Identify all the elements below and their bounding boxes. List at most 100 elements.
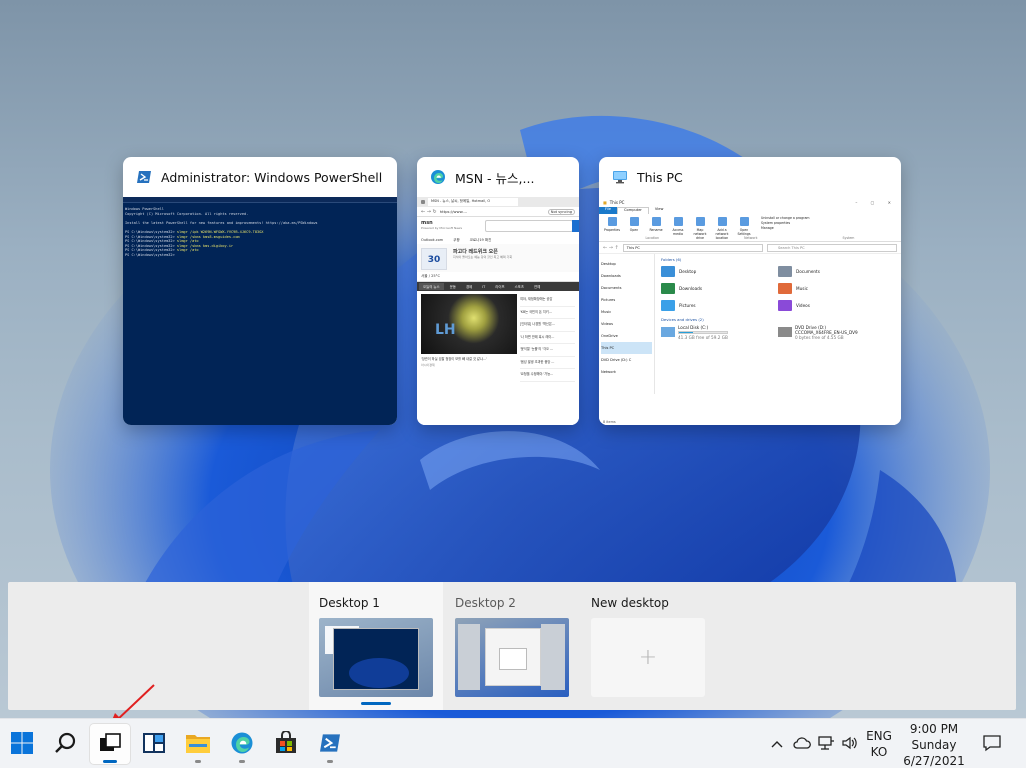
drive-text: DVD Drive (D:) CCCOMA_X64FRE_EN-US_DV9 0 b… (795, 325, 858, 340)
folder-icon (661, 300, 675, 311)
window-title-text: Administrator: Windows PowerShell (161, 169, 383, 185)
new-desktop-card[interactable]: New desktop + (581, 582, 715, 710)
widgets-button[interactable] (134, 724, 174, 764)
quick-link: 코로나19 확진 (469, 238, 492, 242)
powershell-line: PS C:\Windows\system32> (125, 252, 175, 257)
task-view-button[interactable] (90, 724, 130, 764)
language-code: ENG (866, 729, 892, 743)
network-tray[interactable] (816, 719, 836, 768)
clock[interactable]: 9:00 PM Sunday 6/27/2021 (900, 719, 968, 768)
start-icon (10, 731, 34, 758)
window-card-edge[interactable]: MSN - 뉴스,... MSN - 뉴스, 날씨, 핫메일, Hotmail,… (417, 157, 579, 425)
weather-text: 서울 / 25°C (417, 272, 579, 282)
nav-item: This PC (601, 342, 652, 354)
news-image: LH (421, 294, 517, 354)
task-view-icon (99, 732, 121, 757)
desktop-2-card[interactable]: Desktop 2 (445, 582, 579, 710)
folder-icon (778, 266, 792, 277)
navigation-pane: Desktop Downloads Documents Pictures Music Vi… (599, 254, 655, 394)
msn-nav-item: 운동 (449, 285, 456, 289)
ribbon-button-label: Open Settings (737, 228, 751, 236)
chevron-up-icon (771, 737, 783, 751)
ribbon: Properties Open Rename Access media Map netw… (599, 214, 901, 242)
headline: '요청을 수정해야 '가능... (520, 369, 575, 382)
powershell-icon (318, 733, 342, 756)
folder-icon (778, 283, 792, 294)
desktop-2-thumbnail[interactable] (455, 618, 569, 697)
widgets-icon (142, 732, 166, 757)
volume-tray[interactable] (840, 719, 860, 768)
show-hidden-icons-button[interactable] (768, 719, 786, 768)
folder-name: Videos (796, 303, 810, 308)
drive-icon (661, 327, 675, 337)
ribbon-button-icon (651, 217, 661, 226)
powershell-button[interactable] (310, 724, 350, 764)
drive-usage-bar (678, 331, 728, 334)
ribbon-button-label: Properties (603, 228, 621, 232)
nav-item: Videos (601, 322, 613, 326)
ribbon-button-icon (607, 217, 617, 226)
status-bar: 8 items (603, 420, 616, 424)
window-card-title: MSN - 뉴스,... (417, 157, 579, 197)
ribbon-button-label: Open (629, 228, 639, 232)
ribbon-button-icon (673, 217, 683, 226)
folder-name: Desktop (679, 269, 697, 274)
nav-item: Downloads (601, 274, 621, 278)
quick-links: Outlook.com 쿠팡 코로나19 확진 (417, 237, 579, 244)
speaker-icon (841, 735, 859, 754)
search-button[interactable] (46, 724, 86, 764)
ribbon-tab: Computer (617, 207, 649, 214)
notification-icon (983, 734, 1001, 755)
desktop-label: New desktop (591, 596, 669, 610)
plus-icon[interactable]: + (591, 618, 705, 697)
store-icon (274, 729, 298, 758)
drives-grid: Local Disk (C:) 41.3 GB free of 59.2 GB DV… (661, 325, 895, 340)
system-link: Manage (761, 226, 774, 230)
window-card-explorer[interactable]: This PC ■ This PC – ▢ ✕ File Computer View… (599, 157, 901, 425)
folder-name: Downloads (679, 286, 702, 291)
window-card-powershell[interactable]: Administrator: Windows PowerShell Window… (123, 157, 397, 425)
start-button[interactable] (2, 724, 42, 764)
window-title-text: This PC (637, 169, 683, 185)
file-explorer-button[interactable] (178, 724, 218, 764)
active-desktop-indicator (361, 702, 391, 705)
drives-header: Devices and drives (2) (661, 317, 704, 322)
ribbon-group-label: Network (744, 236, 758, 240)
ribbon-tabs: File Computer View (599, 207, 901, 214)
folders-header: Folders (6) (661, 257, 682, 262)
desktop-1-card[interactable]: Desktop 1 (309, 582, 443, 710)
ribbon-button-label: Rename (649, 228, 663, 232)
cloud-icon (793, 736, 811, 752)
folder-icon (778, 300, 792, 311)
msn-nav-item: 경제 (465, 285, 473, 289)
folders-grid: Desktop Documents Downloads Music Pictures Vi… (661, 266, 895, 311)
msn-nav-item: 라이프 (495, 285, 505, 289)
headline: '나 하면 안돼 혹시 레이... (520, 332, 575, 344)
powershell-command: slmgr /ipk W269N-WFGWX-YVC9B-4J6C9-T83GX (174, 229, 264, 234)
nav-item: OneDrive (601, 334, 618, 338)
edge-button[interactable] (222, 724, 262, 764)
msn-nav-item: 연예 (533, 285, 541, 289)
window-title-text: MSN - 뉴스,... (455, 170, 535, 186)
ribbon-group-label: System (842, 236, 855, 240)
desktop-1-thumbnail[interactable] (319, 618, 433, 697)
folder-icon (661, 283, 675, 294)
folder-icon (661, 266, 675, 277)
edge-preview: MSN - 뉴스, 날씨, 핫메일, Hotmail, O ← → ↻ http… (417, 197, 579, 425)
headline: '음성 발생 초과한 중앙 ... (520, 357, 575, 369)
store-button[interactable] (266, 724, 306, 764)
powershell-output: Windows PowerShell Copyright (C) Microsof… (125, 207, 395, 258)
nav-item: DVD Drive (D:) C (601, 358, 632, 362)
file-explorer-icon (185, 732, 211, 757)
ribbon-button-icon (629, 217, 639, 226)
quick-link: Outlook.com (421, 238, 444, 242)
search-box: Search This PC (767, 243, 897, 252)
input-language-indicator[interactable]: ENG KO (862, 719, 896, 768)
window-card-title: This PC (599, 157, 901, 197)
onedrive-tray[interactable] (792, 719, 812, 768)
ime-code: KO (870, 745, 888, 759)
news-caption: '장관이 하실 검찰 청장이 보를 빼 내걸 것 같냐...' (421, 357, 487, 361)
address-bar: https://www.... (439, 209, 468, 214)
notifications-button[interactable] (978, 719, 1006, 768)
headline-list: 여야, 재정확장에는 공감 'KB는 국민의 돈 지키... [인터뷰] 나경원 '… (520, 294, 575, 382)
